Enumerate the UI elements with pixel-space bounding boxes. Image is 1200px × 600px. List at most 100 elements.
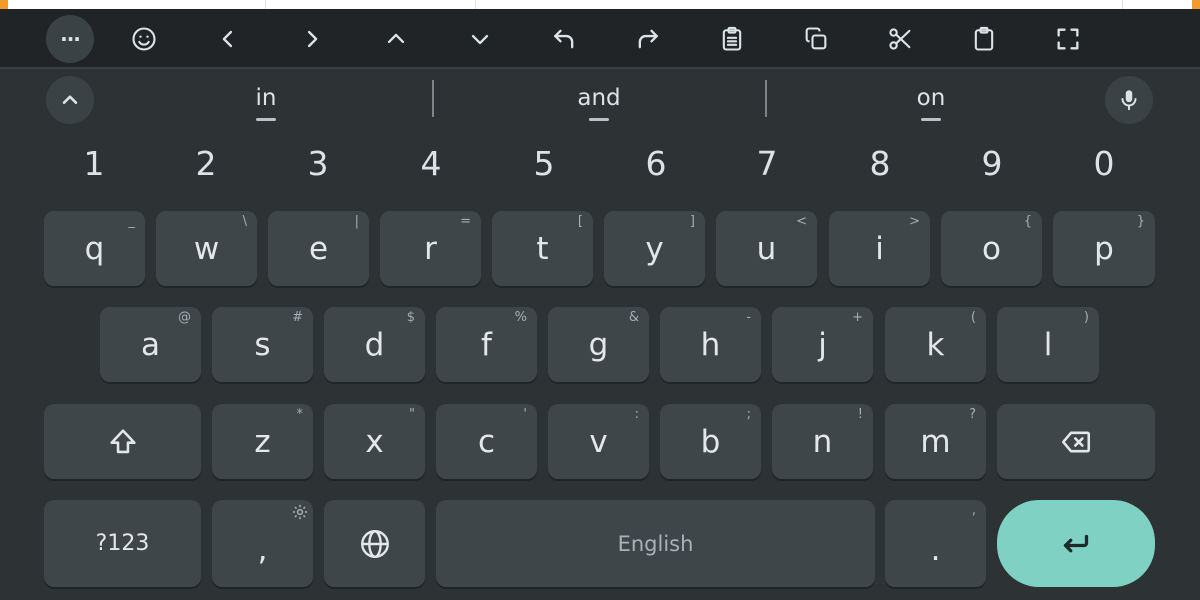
suggestion-strip: in and on <box>0 70 1200 130</box>
key-k[interactable]: k( <box>885 307 986 382</box>
cursor-up-button[interactable] <box>372 15 420 63</box>
key-f[interactable]: f% <box>436 307 537 382</box>
key-z[interactable]: z * <box>212 404 313 479</box>
number-key[interactable]: 2 <box>176 138 236 190</box>
number-key[interactable]: 1 <box>64 138 124 190</box>
key-r[interactable]: r = <box>380 211 481 286</box>
key-c[interactable]: c ' <box>436 404 537 479</box>
key-label: z <box>254 423 271 460</box>
enter-key[interactable] <box>997 500 1155 587</box>
key-label: s <box>254 326 271 363</box>
symbols-key[interactable]: ?123 <box>44 500 201 587</box>
backspace-icon <box>1061 431 1091 452</box>
key-m[interactable]: m? <box>885 404 986 479</box>
key-q[interactable]: q _ <box>44 211 145 286</box>
cut-icon <box>889 28 911 50</box>
number-key[interactable]: 6 <box>626 138 686 190</box>
key-n[interactable]: n! <box>772 404 873 479</box>
key-hint: ] <box>689 214 695 229</box>
content-accent-right <box>1192 0 1200 9</box>
key-hint: ) <box>1083 310 1089 325</box>
app-content-strip <box>0 0 1200 9</box>
key-hint: # <box>292 310 303 325</box>
key-s[interactable]: s # <box>212 307 313 382</box>
redo-icon <box>638 29 658 49</box>
key-o[interactable]: o{ <box>941 211 1042 286</box>
number-row: 1 2 3 4 5 6 7 8 9 0 <box>0 138 1200 190</box>
key-label: b <box>700 423 721 460</box>
key-b[interactable]: b; <box>660 404 761 479</box>
key-label: , <box>257 531 268 568</box>
key-label: v <box>589 423 608 460</box>
language-key[interactable] <box>324 500 425 587</box>
period-key[interactable]: . , <box>885 500 986 587</box>
voice-input-button[interactable] <box>1105 76 1153 124</box>
number-key[interactable]: 3 <box>288 138 348 190</box>
shift-key[interactable] <box>44 404 201 479</box>
number-key[interactable]: 5 <box>514 138 574 190</box>
key-w[interactable]: w \ <box>156 211 257 286</box>
cursor-right-button[interactable] <box>288 15 336 63</box>
key-v[interactable]: v: <box>548 404 649 479</box>
key-t[interactable]: t[ <box>492 211 593 286</box>
key-hint: % <box>514 310 527 325</box>
key-hint: - <box>746 310 751 325</box>
fullscreen-button[interactable] <box>1044 15 1092 63</box>
number-key[interactable]: 4 <box>401 138 461 190</box>
collapse-button[interactable] <box>46 76 94 124</box>
cursor-down-button[interactable] <box>456 15 504 63</box>
redo-button[interactable] <box>624 15 672 63</box>
comma-key[interactable]: , <box>212 500 313 587</box>
key-hint: [ <box>577 214 583 229</box>
key-label: m <box>920 423 951 460</box>
copy-button[interactable] <box>792 15 840 63</box>
copy-icon <box>805 27 827 50</box>
key-hint: \ <box>242 214 247 229</box>
key-hint: " <box>409 407 415 422</box>
key-j[interactable]: j + <box>772 307 873 382</box>
key-h[interactable]: h- <box>660 307 761 382</box>
number-key[interactable]: 0 <box>1074 138 1134 190</box>
key-hint: ! <box>857 407 863 422</box>
key-y[interactable]: y] <box>604 211 705 286</box>
key-label: e <box>308 230 329 267</box>
number-key[interactable]: 9 <box>962 138 1022 190</box>
key-p[interactable]: p} <box>1053 211 1155 286</box>
suggestion-2[interactable]: and <box>459 70 739 130</box>
key-hint: _ <box>128 214 136 229</box>
backspace-key[interactable] <box>997 404 1155 479</box>
space-key[interactable]: English <box>436 500 875 587</box>
suggestion-underline <box>256 118 276 121</box>
suggestion-3[interactable]: on <box>791 70 1071 130</box>
number-key[interactable]: 7 <box>737 138 797 190</box>
more-icon: ··· <box>60 27 81 51</box>
cut-button[interactable] <box>876 15 924 63</box>
key-hint: } <box>1136 214 1145 229</box>
paste-icon <box>974 26 994 51</box>
undo-button[interactable] <box>540 15 588 63</box>
clipboard-button[interactable] <box>708 15 756 63</box>
key-label: i <box>875 230 884 267</box>
down-arrow-icon <box>471 34 489 45</box>
key-label: f <box>481 326 492 363</box>
key-l[interactable]: l) <box>997 307 1099 382</box>
key-d[interactable]: d $ <box>324 307 425 382</box>
key-i[interactable]: i > <box>829 211 930 286</box>
key-hint: ' <box>523 407 527 422</box>
emoji-button[interactable] <box>120 15 168 63</box>
cursor-left-button[interactable] <box>204 15 252 63</box>
key-label: a <box>141 326 160 363</box>
key-label: c <box>477 423 496 460</box>
key-x[interactable]: x " <box>324 404 425 479</box>
number-key[interactable]: 8 <box>850 138 910 190</box>
key-label: d <box>364 326 385 363</box>
suggestion-1[interactable]: in <box>126 70 406 130</box>
key-e[interactable]: e | <box>268 211 369 286</box>
key-hint: , <box>971 503 976 518</box>
paste-button[interactable] <box>960 15 1008 63</box>
emoji-icon <box>132 27 156 51</box>
key-u[interactable]: u < <box>716 211 817 286</box>
more-button[interactable]: ··· <box>46 15 94 63</box>
key-a[interactable]: a @ <box>100 307 201 382</box>
key-g[interactable]: g & <box>548 307 649 382</box>
